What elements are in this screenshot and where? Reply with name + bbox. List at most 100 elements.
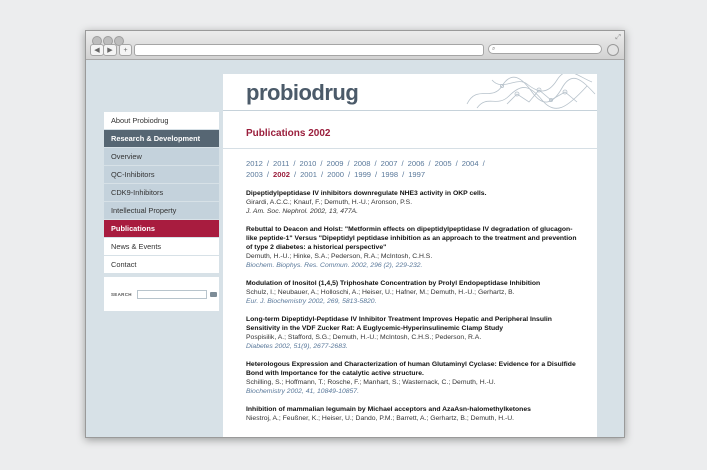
site-search-input[interactable]: [136, 289, 207, 299]
publication-title: Inhibition of mammalian legumain by Mich…: [246, 406, 531, 413]
main-page: probiodrug Publications 2002 2012 / 2011…: [223, 74, 597, 437]
sidebar-item-contact[interactable]: Contact: [104, 256, 219, 273]
publication-journal[interactable]: Biochem. Biophys. Res. Commun. 2002, 296…: [246, 261, 582, 270]
year-row: 2003/2002/2001/2000/1999/1998/1997: [246, 169, 546, 180]
sidebar-item-label: News & Events: [111, 242, 162, 251]
sidebar-item-qc-inhibitors[interactable]: QC-Inhibitors: [104, 166, 219, 183]
year-separator: /: [293, 170, 297, 179]
sidebar-item-label: Overview: [111, 152, 142, 161]
publication-title: Heterologous Expression and Characteriza…: [246, 361, 576, 377]
sidebar-item-about[interactable]: About Probiodrug: [104, 112, 219, 129]
plus-icon: +: [123, 46, 128, 54]
sidebar-item-research-development[interactable]: Research & Development: [104, 130, 219, 147]
sidebar-item-label: About Probiodrug: [111, 116, 169, 125]
sidebar-item-label: Research & Development: [111, 134, 201, 143]
browser-toolbar: ⤢ ◀ ▶ + ⌕: [86, 31, 624, 60]
back-arrow-icon: ◀: [94, 47, 100, 54]
fullscreen-icon[interactable]: ⤢: [615, 34, 621, 42]
year-separator: /: [374, 159, 377, 168]
year-separator: /: [428, 159, 431, 168]
publication-journal: J. Am. Soc. Nephrol. 2002, 13, 477A.: [246, 208, 358, 215]
year-link-2005[interactable]: 2005: [435, 159, 452, 168]
year-separator: /: [375, 170, 378, 179]
year-link-2000[interactable]: 2000: [327, 170, 344, 179]
sidebar-item-overview[interactable]: Overview: [104, 148, 219, 165]
year-separator: /: [320, 159, 323, 168]
year-row: 2012/2011/2010/2009/2008/2007/2006/2005/…: [246, 158, 546, 169]
year-link-2011[interactable]: 2011: [273, 159, 289, 168]
sidebar-item-label: Intellectual Property: [111, 206, 177, 215]
year-link-2008[interactable]: 2008: [354, 159, 371, 168]
sidebar-item-intellectual-property[interactable]: Intellectual Property: [104, 202, 219, 219]
browser-window: ⤢ ◀ ▶ + ⌕ About Probiodrug Research & De…: [85, 30, 625, 438]
publication-authors: Girardi, A.C.C.; Knauf, F.; Demuth, H.-U…: [246, 199, 413, 206]
downloads-button[interactable]: [607, 44, 619, 56]
year-separator: /: [293, 159, 296, 168]
year-navigation: 2012/2011/2010/2009/2008/2007/2006/2005/…: [246, 158, 546, 180]
forward-arrow-icon: ▶: [107, 47, 113, 54]
publication-entry: Dipeptidylpeptidase IV inhibitors downre…: [246, 189, 582, 216]
sidebar-item-label: QC-Inhibitors: [111, 170, 155, 179]
year-link-2012[interactable]: 2012: [246, 159, 263, 168]
sidebar-item-cdk9-inhibitors[interactable]: CDK9-Inhibitors: [104, 184, 219, 201]
add-tab-button[interactable]: +: [119, 44, 132, 56]
browser-search-field[interactable]: ⌕: [488, 44, 602, 54]
year-separator: /: [401, 159, 404, 168]
publication-title: Long-term Dipeptidyl-Peptidase IV Inhibi…: [246, 316, 552, 332]
site-logo[interactable]: probiodrug: [246, 80, 359, 106]
publication-journal[interactable]: Diabetes 2002, 51(9), 2677-2683.: [246, 342, 582, 351]
year-link-2010[interactable]: 2010: [300, 159, 317, 168]
year-separator: /: [482, 159, 485, 168]
publication-journal[interactable]: Biochemistry 2002, 41, 10849-10857.: [246, 387, 582, 396]
title-divider: [223, 148, 597, 149]
year-separator: /: [402, 170, 405, 179]
year-link-2002[interactable]: 2002: [273, 170, 290, 179]
year-link-2004[interactable]: 2004: [462, 159, 479, 168]
publication-entry: Modulation of Inositol (1,4,5) Triphosha…: [246, 279, 582, 306]
site-search-label: SEARCH: [111, 291, 132, 297]
publication-entry: Long-term Dipeptidyl-Peptidase IV Inhibi…: [246, 315, 582, 351]
year-separator: /: [266, 170, 270, 179]
year-link-2001[interactable]: 2001: [300, 170, 317, 179]
publication-authors: Pospisilik, A.; Stafford, S.G.; Demuth, …: [246, 334, 482, 341]
sidebar-item-label: CDK9-Inhibitors: [111, 188, 164, 197]
year-link-1998[interactable]: 1998: [381, 170, 398, 179]
publication-authors: Schilling, S.; Hoffmann, T.; Rosche, F.;…: [246, 379, 496, 386]
year-separator: /: [266, 159, 270, 168]
sidebar-item-news-events[interactable]: News & Events: [104, 238, 219, 255]
year-separator: /: [347, 159, 350, 168]
publication-title: Dipeptidylpeptidase IV inhibitors downre…: [246, 190, 487, 197]
year-link-2009[interactable]: 2009: [327, 159, 344, 168]
publication-authors: Schulz, I.; Neubauer, A.; Holloschi, A.;…: [246, 289, 515, 296]
publications-list: Dipeptidylpeptidase IV inhibitors downre…: [246, 189, 577, 423]
year-link-2003[interactable]: 2003: [246, 170, 263, 179]
page-viewport: About Probiodrug Research & Development …: [86, 60, 624, 437]
year-link-1997[interactable]: 1997: [408, 170, 425, 179]
year-link-1999[interactable]: 1999: [354, 170, 371, 179]
sidebar-item-label: Contact: [111, 260, 137, 269]
year-link-2007[interactable]: 2007: [381, 159, 398, 168]
year-separator: /: [348, 170, 351, 179]
address-bar[interactable]: [134, 44, 484, 56]
publication-entry: Inhibition of mammalian legumain by Mich…: [246, 405, 582, 423]
year-separator: /: [455, 159, 458, 168]
publications-list-area: 2012/2011/2010/2009/2008/2007/2006/2005/…: [223, 158, 597, 423]
sidebar-nav: About Probiodrug Research & Development …: [104, 112, 219, 311]
publication-authors: Niestroj, A.; Feußner, K.; Heiser, U.; D…: [246, 415, 515, 422]
publications-content: Publications 2002: [223, 128, 597, 139]
publication-journal[interactable]: Eur. J. Biochemistry 2002, 269, 5813-582…: [246, 297, 582, 306]
molecule-graphic-icon: [466, 74, 596, 109]
back-button[interactable]: ◀: [90, 44, 104, 56]
publication-title: Modulation of Inositol (1,4,5) Triphosha…: [246, 280, 541, 287]
site-search-submit-button[interactable]: [209, 291, 217, 297]
year-link-2006[interactable]: 2006: [408, 159, 425, 168]
publication-entry: Rebuttal to Deacon and Holst: "Metformin…: [246, 225, 582, 270]
site-search: SEARCH: [104, 277, 219, 311]
year-separator: /: [320, 170, 324, 179]
sidebar-item-publications[interactable]: Publications: [104, 220, 219, 237]
publication-authors: Demuth, H.-U.; Hinke, S.A.; Pederson, R.…: [246, 253, 433, 260]
page-title: Publications 2002: [246, 128, 331, 139]
logo-text: probiodrug: [246, 80, 359, 105]
site-header: probiodrug: [223, 74, 597, 111]
forward-button[interactable]: ▶: [103, 44, 117, 56]
